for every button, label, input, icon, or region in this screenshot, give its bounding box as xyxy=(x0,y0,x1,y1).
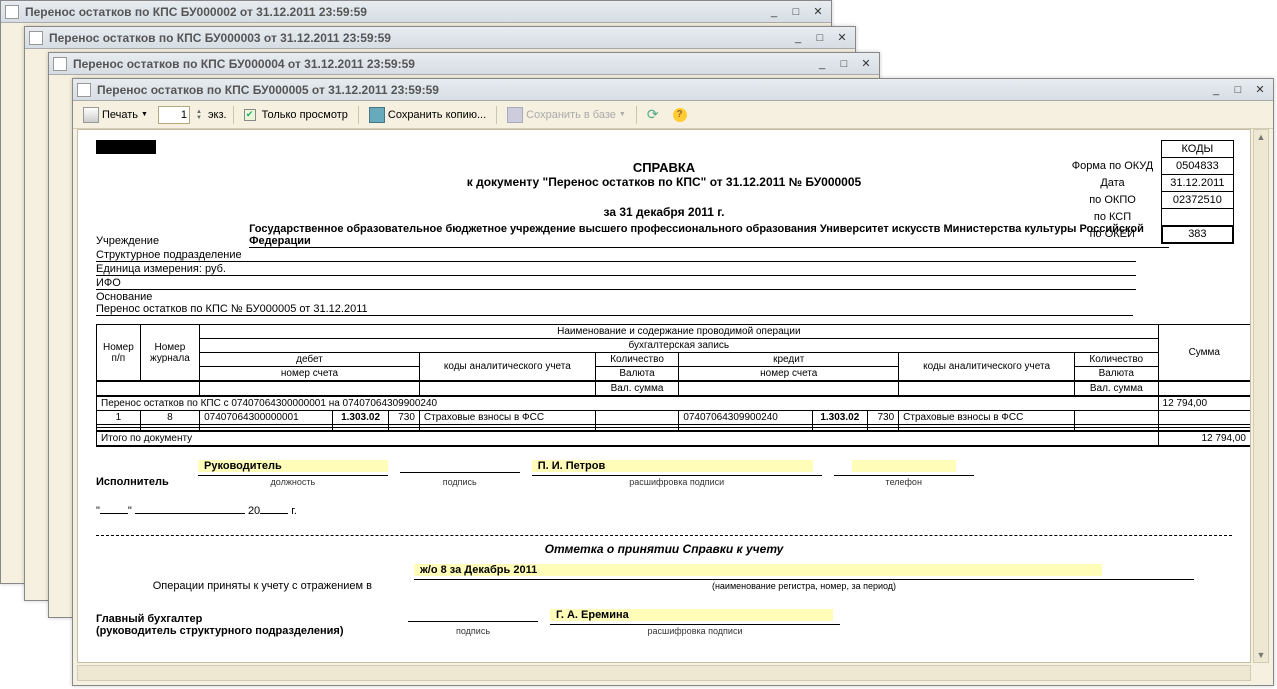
doc-icon xyxy=(29,31,43,45)
accept-title: Отметка о принятии Справки к учету xyxy=(96,535,1232,556)
diskette-db-icon xyxy=(507,107,523,123)
window-title: Перенос остатков по КПС БУ000003 от 31.1… xyxy=(49,31,789,45)
ei-row: Единица измерения: руб. xyxy=(96,263,1232,276)
titlebar: Перенос остатков по КПС БУ000004 от 31.1… xyxy=(49,53,879,75)
copies-input[interactable] xyxy=(158,106,190,124)
document-area[interactable]: КОДЫ Форма по ОКУД0504833 Дата31.12.2011… xyxy=(77,129,1251,663)
close-button[interactable]: ✕ xyxy=(857,56,875,72)
date-line: "" 20 г. xyxy=(96,498,1232,517)
register-value[interactable]: ж/о 8 за Декабрь 2011 xyxy=(414,564,543,576)
position-value[interactable]: Руководитель xyxy=(198,460,288,472)
struct-row: Структурное подразделение xyxy=(96,249,1232,262)
chief-name-value[interactable]: Г. А. Еремина xyxy=(550,609,635,621)
scrollbar-vertical[interactable]: ▲ ▼ xyxy=(1253,129,1269,663)
refresh-icon: ⟳ xyxy=(647,106,659,123)
help-button[interactable]: ? xyxy=(669,106,691,124)
minimize-button[interactable]: _ xyxy=(765,4,783,20)
diskette-icon xyxy=(369,107,385,123)
view-only-toggle[interactable]: ✔ Только просмотр xyxy=(240,107,352,123)
scroll-up-icon[interactable]: ▲ xyxy=(1254,130,1268,144)
print-button[interactable]: Печать ▼ xyxy=(79,105,152,125)
doc-title2: к документу "Перенос остатков по КПС" от… xyxy=(96,175,1232,189)
save-copy-button[interactable]: Сохранить копию... xyxy=(365,105,490,125)
titlebar: Перенос остатков по КПС БУ000003 от 31.1… xyxy=(25,27,855,49)
save-copy-label: Сохранить копию... xyxy=(388,109,486,121)
maximize-button[interactable]: □ xyxy=(1229,82,1247,98)
total-row: Итого по документу 12 794,00 xyxy=(97,431,1251,446)
view-only-label: Только просмотр xyxy=(262,109,348,121)
ifo-row: ИФО xyxy=(96,277,1232,290)
codes-header: КОДЫ xyxy=(1162,141,1233,158)
maximize-button[interactable]: □ xyxy=(811,30,829,46)
save-db-button[interactable]: Сохранить в базе ▼ xyxy=(503,105,630,125)
close-button[interactable]: ✕ xyxy=(1251,82,1269,98)
main-table: Номер п/п Номер журнала Наименование и с… xyxy=(96,324,1251,447)
performer-row: Исполнитель Руководитель должность подпи… xyxy=(96,457,1232,488)
doc-title1: СПРАВКА xyxy=(96,160,1232,175)
window-title: Перенос остатков по КПС БУ000004 от 31.1… xyxy=(73,57,813,71)
transfer-caption-row: Перенос остатков по КПС с 07407064300000… xyxy=(97,396,1251,411)
titlebar: Перенос остатков по КПС БУ000005 от 31.1… xyxy=(73,79,1273,101)
window-main: Перенос остатков по КПС БУ000005 от 31.1… xyxy=(72,78,1274,686)
scroll-down-icon[interactable]: ▼ xyxy=(1254,648,1268,662)
printer-icon xyxy=(83,107,99,123)
maximize-button[interactable]: □ xyxy=(787,4,805,20)
doc-icon xyxy=(53,57,67,71)
close-button[interactable]: ✕ xyxy=(809,4,827,20)
org-row: Учреждение Государственное образовательн… xyxy=(96,223,1232,248)
window-title: Перенос остатков по КПС БУ000002 от 31.1… xyxy=(25,5,765,19)
black-block xyxy=(96,140,156,154)
codes-table: КОДЫ Форма по ОКУД0504833 Дата31.12.2011… xyxy=(1064,140,1234,244)
doc-date-sub: за 31 декабря 2011 г. xyxy=(96,205,1232,219)
close-button[interactable]: ✕ xyxy=(833,30,851,46)
print-label: Печать xyxy=(102,109,138,121)
window-title: Перенос остатков по КПС БУ000005 от 31.1… xyxy=(97,83,1207,97)
minimize-button[interactable]: _ xyxy=(789,30,807,46)
phone-value[interactable] xyxy=(852,460,956,472)
name-value[interactable]: П. И. Петров xyxy=(532,460,612,472)
minimize-button[interactable]: _ xyxy=(1207,82,1225,98)
copies-suffix: экз. xyxy=(208,109,227,121)
toolbar: Печать ▼ ▲▼ экз. ✔ Только просмотр Сохра… xyxy=(73,101,1273,129)
help-icon: ? xyxy=(673,108,687,122)
chief-row: Главный бухгалтер (руководитель структур… xyxy=(96,606,1232,637)
minimize-button[interactable]: _ xyxy=(813,56,831,72)
table-row: 1 8 07407064300000001 1.303.02 730 Страх… xyxy=(97,411,1251,425)
basis-row: Основание Перенос остатков по КПС № БУ00… xyxy=(96,291,1232,316)
copies-stepper[interactable]: ▲▼ xyxy=(196,109,202,121)
doc-icon xyxy=(77,83,91,97)
refresh-button[interactable]: ⟳ xyxy=(643,104,663,125)
maximize-button[interactable]: □ xyxy=(835,56,853,72)
accept-line: Операции приняты к учету с отражением в … xyxy=(96,564,1232,592)
save-db-label: Сохранить в базе xyxy=(526,109,616,121)
titlebar: Перенос остатков по КПС БУ000002 от 31.1… xyxy=(1,1,831,23)
scrollbar-horizontal[interactable] xyxy=(77,665,1251,681)
doc-icon xyxy=(5,5,19,19)
check-icon: ✔ xyxy=(244,109,256,121)
